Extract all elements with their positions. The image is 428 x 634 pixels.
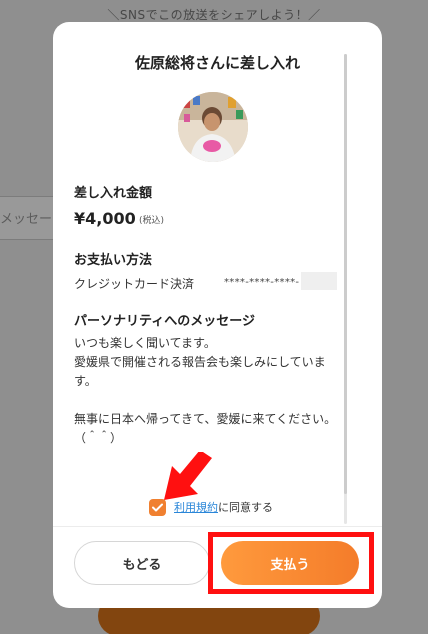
- payment-label: お支払い方法: [74, 253, 153, 268]
- avatar-photo: [178, 92, 248, 162]
- amount-value: ¥4,000: [74, 209, 136, 228]
- back-button[interactable]: もどる: [74, 541, 210, 585]
- dialog-title: 佐原総将さんに差し入れ: [134, 54, 300, 72]
- tax-note: (税込): [139, 216, 165, 226]
- pay-button-highlight: [208, 532, 374, 594]
- amount-label: 差し入れ金額: [74, 186, 153, 201]
- message-label: パーソナリティへのメッセージ: [74, 314, 255, 329]
- scrollbar-thumb[interactable]: [344, 54, 347, 494]
- terms-agree-text: に同意する: [218, 501, 273, 514]
- message-body: いつも楽しく聞いてます。 愛媛県で開催される報告会も楽しみにしています。 無事に…: [74, 336, 337, 445]
- payment-method: クレジットカード決済: [74, 277, 195, 291]
- footer-divider: [53, 526, 382, 527]
- card-number: ****-****-****-: [224, 277, 300, 288]
- arrow-down-left-icon: [164, 452, 212, 500]
- sashiire-confirm-dialog: 佐原総将さんに差し入れ 差し入れ金額 ¥4,000 (税込) お支払い方法 クレ…: [53, 22, 382, 608]
- avatar: [178, 92, 248, 162]
- card-number-mask: [301, 272, 337, 290]
- scrollbar[interactable]: [344, 54, 347, 524]
